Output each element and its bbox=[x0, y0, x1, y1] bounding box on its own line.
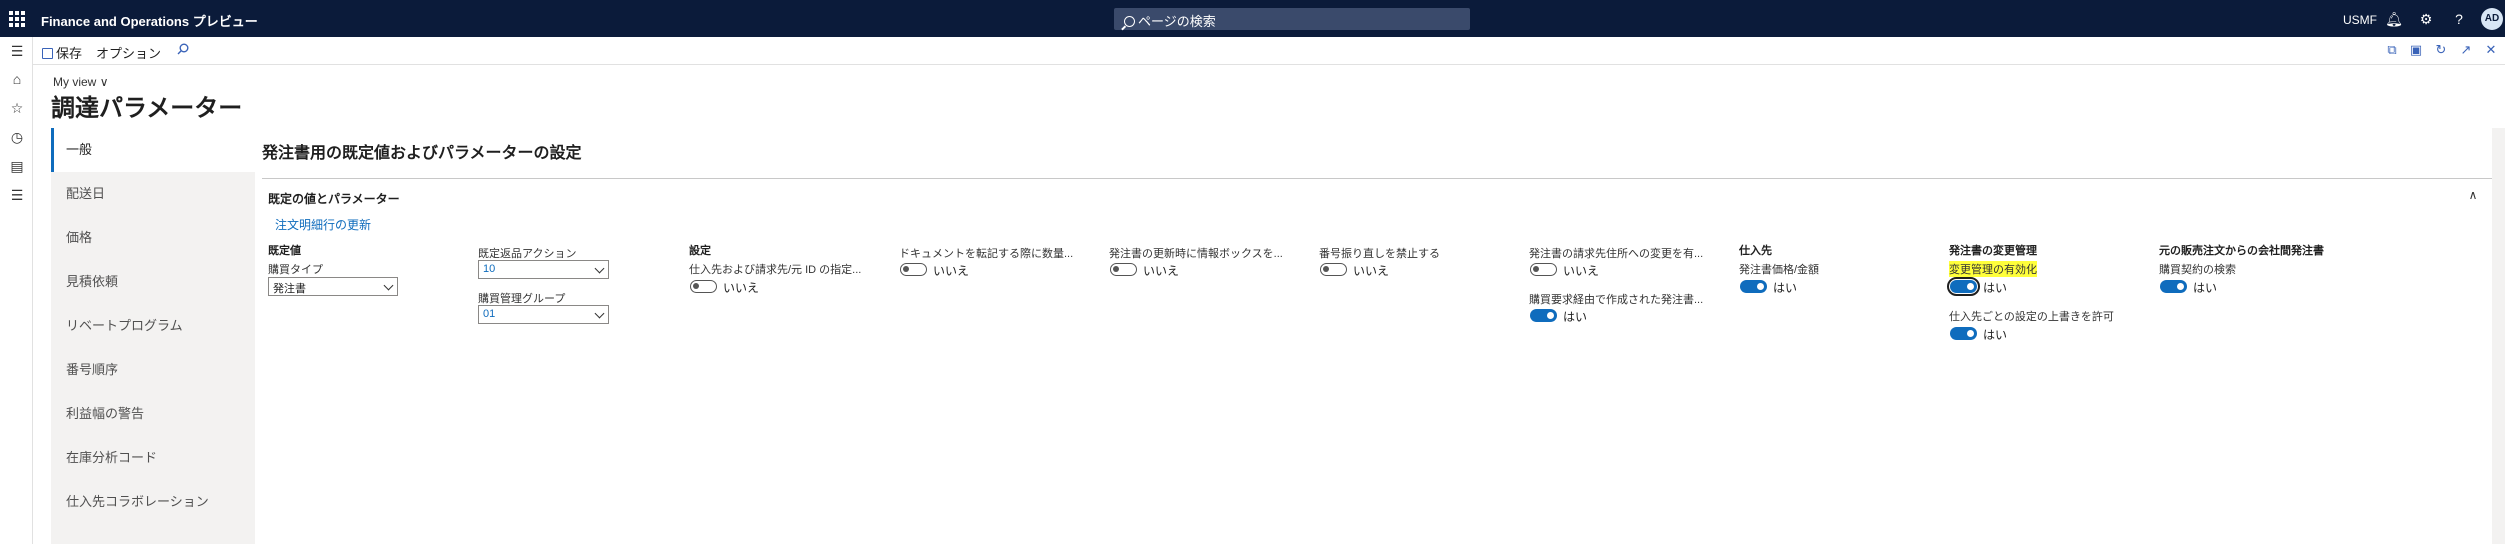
vendor-invoice-id-label: 仕入先および請求先/元 ID の指定... bbox=[689, 264, 862, 276]
modules-list-icon[interactable]: ☰ bbox=[8, 186, 26, 204]
requisition-po-value: はい bbox=[1563, 310, 1588, 324]
prohibit-renumbering-toggle[interactable] bbox=[1320, 263, 1347, 276]
workspaces-icon[interactable]: ▤ bbox=[8, 157, 26, 175]
doc-transfer-qty-value: いいえ bbox=[933, 264, 970, 278]
group-settings: 設定 bbox=[689, 245, 711, 257]
save-label: 保存 bbox=[56, 46, 83, 61]
requisition-po-toggle[interactable] bbox=[1530, 309, 1557, 322]
attach-icon[interactable]: ⧉ bbox=[2384, 42, 2400, 58]
enable-change-management-value: はい bbox=[1983, 281, 2008, 295]
options-button[interactable]: オプション bbox=[96, 43, 161, 62]
gear-icon[interactable]: ⚙ bbox=[2417, 10, 2435, 28]
doc-transfer-qty-label: ドキュメントを転記する際に数量... bbox=[899, 248, 1074, 260]
bell-icon[interactable]: 🔔︎ bbox=[2385, 10, 2403, 28]
return-action-value: 10 bbox=[483, 263, 496, 275]
group-defaults: 既定値 bbox=[268, 245, 301, 257]
save-icon bbox=[42, 48, 53, 59]
home-icon[interactable]: ⌂ bbox=[8, 70, 26, 88]
prohibit-renumbering-value: いいえ bbox=[1353, 264, 1390, 278]
hamburger-menu-icon[interactable]: ☰ bbox=[8, 42, 26, 60]
chevron-up-icon[interactable]: ∧ bbox=[2466, 188, 2480, 202]
infobox-update-toggle[interactable] bbox=[1110, 263, 1137, 276]
open-new-window-icon[interactable]: ↗ bbox=[2458, 42, 2474, 58]
infobox-update-label: 発注書の更新時に情報ボックスを... bbox=[1109, 248, 1283, 260]
search-placeholder: ページの検索 bbox=[1138, 14, 1216, 29]
vendor-invoice-id-value: いいえ bbox=[723, 281, 760, 295]
enable-change-management-label: 変更管理の有効化 bbox=[1949, 261, 2037, 277]
chevron-down-icon bbox=[594, 308, 605, 319]
chevron-down-icon bbox=[594, 263, 605, 274]
action-pane: 保存 オプション ⧉ ▣ ↻ ↗ ✕ bbox=[33, 37, 2505, 65]
page-search-input[interactable]: ページの検索 bbox=[1114, 8, 1470, 30]
allow-override-toggle[interactable] bbox=[1950, 327, 1977, 340]
invoice-address-change-label: 発注書の請求先住所への変更を有... bbox=[1529, 248, 1704, 260]
tab-request-for-quotation[interactable]: 見積依頼 bbox=[51, 260, 255, 304]
navigation-rail: ☰ ⌂ ☆ ◷ ▤ ☰ bbox=[0, 37, 33, 544]
app-title[interactable]: Finance and Operations プレビュー bbox=[41, 11, 258, 30]
help-icon[interactable]: ? bbox=[2450, 10, 2468, 28]
purchase-type-label: 購買タイプ bbox=[268, 264, 323, 276]
page-title: 調達パラメーター bbox=[51, 95, 243, 122]
purchase-type-value: 発注書 bbox=[273, 283, 306, 295]
agreement-search-toggle[interactable] bbox=[2160, 280, 2187, 293]
chevron-down-icon: ∨ bbox=[99, 75, 109, 89]
update-order-lines-link[interactable]: 注文明細行の更新 bbox=[275, 216, 371, 233]
favorites-star-icon[interactable]: ☆ bbox=[8, 99, 26, 117]
top-navigation-bar: Finance and Operations プレビュー ページの検索 USMF… bbox=[0, 0, 2505, 37]
right-gutter bbox=[2492, 128, 2505, 544]
chevron-down-icon bbox=[383, 280, 394, 291]
invoice-address-change-value: いいえ bbox=[1563, 264, 1600, 278]
po-price-amount-toggle[interactable] bbox=[1740, 280, 1767, 293]
po-price-amount-label: 発注書価格/金額 bbox=[1739, 264, 1820, 276]
tab-vendor-collaboration[interactable]: 仕入先コラボレーション bbox=[51, 480, 255, 524]
tab-delivery-date[interactable]: 配送日 bbox=[51, 172, 255, 216]
vendor-invoice-id-toggle[interactable] bbox=[690, 280, 717, 293]
agreement-search-label: 購買契約の検索 bbox=[2159, 264, 2236, 276]
avatar[interactable]: AD bbox=[2481, 8, 2503, 30]
tab-number-sequences[interactable]: 番号順序 bbox=[51, 348, 255, 392]
tab-prices[interactable]: 価格 bbox=[51, 216, 255, 260]
tab-rebate-program[interactable]: リベートプログラム bbox=[51, 304, 255, 348]
refresh-icon[interactable]: ↻ bbox=[2433, 42, 2449, 58]
return-action-select[interactable]: 10 bbox=[478, 260, 609, 279]
purchase-group-label: 購買管理グループ bbox=[478, 293, 566, 305]
section-title: 発注書用の既定値およびパラメーターの設定 bbox=[262, 145, 582, 162]
group-vendor: 仕入先 bbox=[1739, 245, 1772, 257]
tab-general[interactable]: 一般 bbox=[51, 128, 255, 172]
fasttab-defaults-parameters bbox=[262, 178, 2492, 544]
po-price-amount-value: はい bbox=[1773, 281, 1798, 295]
tab-margin-alert[interactable]: 利益幅の警告 bbox=[51, 392, 255, 436]
fasttab-title[interactable]: 既定の値とパラメーター bbox=[268, 190, 400, 207]
agreement-search-value: はい bbox=[2193, 281, 2218, 295]
enable-change-management-toggle[interactable] bbox=[1947, 277, 1980, 296]
return-action-label: 既定返品アクション bbox=[478, 248, 577, 260]
vertical-tabs: 一般 配送日 価格 見積依頼 リベートプログラム 番号順序 利益幅の警告 在庫分… bbox=[51, 128, 255, 544]
requisition-po-label: 購買要求経由で作成された発注書... bbox=[1529, 294, 1704, 306]
group-change-management: 発注書の変更管理 bbox=[1949, 245, 2037, 257]
close-icon[interactable]: ✕ bbox=[2483, 42, 2499, 58]
allow-override-value: はい bbox=[1983, 328, 2008, 342]
purchase-type-select[interactable]: 発注書 bbox=[268, 277, 398, 296]
office-icon[interactable]: ▣ bbox=[2408, 42, 2424, 58]
infobox-update-value: いいえ bbox=[1143, 264, 1180, 278]
tab-inventory-dimensions[interactable]: 在庫分析コード bbox=[51, 436, 255, 480]
my-view-dropdown[interactable]: My view ∨ bbox=[53, 75, 108, 89]
group-intercompany: 元の販売注文からの会社間発注書 bbox=[2159, 245, 2324, 257]
prohibit-renumbering-label: 番号振り直しを禁止する bbox=[1319, 248, 1440, 260]
app-launcher-icon[interactable] bbox=[9, 11, 25, 27]
search-icon bbox=[1124, 16, 1135, 27]
my-view-label: My view bbox=[53, 75, 97, 89]
purchase-group-value: 01 bbox=[483, 308, 496, 320]
doc-transfer-qty-toggle[interactable] bbox=[900, 263, 927, 276]
company-picker[interactable]: USMF bbox=[2343, 13, 2377, 27]
recent-clock-icon[interactable]: ◷ bbox=[8, 128, 26, 146]
action-search-icon[interactable] bbox=[177, 43, 189, 55]
invoice-address-change-toggle[interactable] bbox=[1530, 263, 1557, 276]
purchase-group-select[interactable]: 01 bbox=[478, 305, 609, 324]
save-button[interactable]: 保存 bbox=[42, 43, 82, 62]
allow-override-label: 仕入先ごとの設定の上書きを許可 bbox=[1949, 311, 2114, 323]
